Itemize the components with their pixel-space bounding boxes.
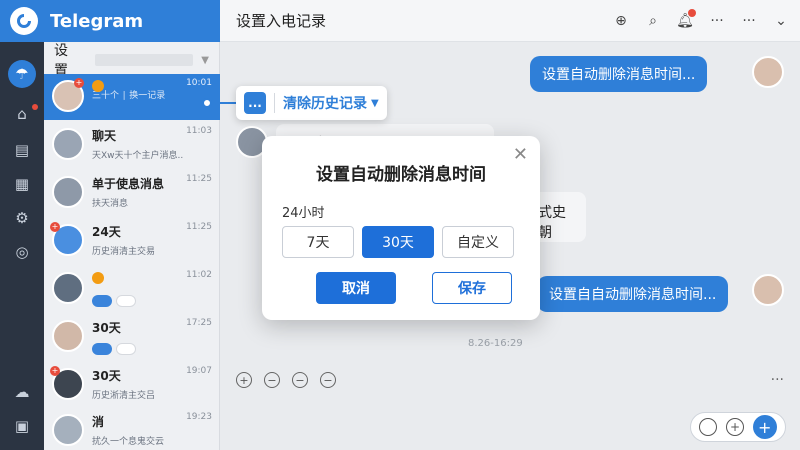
cancel-button[interactable]: 取消 xyxy=(316,272,396,304)
dialog-subtitle: 24小时 xyxy=(282,206,325,221)
avatar xyxy=(752,274,784,306)
add-button[interactable]: + xyxy=(752,415,777,439)
cloud-sync-icon[interactable]: ☁ xyxy=(8,378,36,406)
emoji-badge-icon xyxy=(92,80,104,92)
close-icon[interactable]: ✕ xyxy=(513,144,528,165)
avatar: + xyxy=(50,366,84,400)
nav-rail: ☂ ⌂ ▤ ▦ ⚙ ◎ ☁ ▣ xyxy=(0,42,44,450)
chat-snippet: 扶天消息 xyxy=(92,199,129,209)
chat-time: 11:25 xyxy=(186,174,212,184)
chat-list: 设置 ▼ + 三十个 ∣ 换一记录 10:01 聊天 天Xw天十个主户消息.. … xyxy=(44,42,220,450)
dialog-title: 设置自动删除消息时间 xyxy=(316,165,486,185)
archive-icon[interactable]: ▣ xyxy=(8,412,36,440)
chevron-down-icon[interactable]: ▼ xyxy=(201,55,209,66)
chat-snippet: 历史淅清主交吕 xyxy=(92,391,156,401)
composer-actions: + + xyxy=(690,412,786,442)
search-icon[interactable]: ⌕ xyxy=(644,13,662,29)
chat-snippet: 历史消清主交易 xyxy=(92,247,156,257)
notification-dot xyxy=(32,104,38,110)
chevron-down-icon[interactable]: ⌄ xyxy=(772,13,790,29)
chat-time: 19:23 xyxy=(186,412,212,422)
telegram-logo-icon xyxy=(10,7,38,35)
grid-icon[interactable]: ▦ xyxy=(8,170,36,198)
save-button[interactable]: 保存 xyxy=(432,272,512,304)
date-stamp: 8.26-16:29 xyxy=(468,338,523,349)
chat-time: 11:03 xyxy=(186,126,212,136)
app-brand: Telegram xyxy=(0,0,220,42)
chat-list-header: 设置 ▼ xyxy=(44,42,219,79)
avatar xyxy=(52,128,84,160)
reaction-bubbles xyxy=(92,340,140,359)
page-title: 设置入电记录 xyxy=(236,12,327,30)
avatar xyxy=(52,272,84,304)
chat-time: 17:25 xyxy=(186,318,212,328)
add-icon[interactable]: + xyxy=(236,372,252,388)
chat-snippet: 天Xw天十个主户消息.. xyxy=(92,151,184,161)
chat-item[interactable]: 单于使息消息 扶天消息 11:25 xyxy=(44,170,220,216)
minus-icon[interactable]: − xyxy=(264,372,280,388)
chat-item[interactable]: 11:02 xyxy=(44,266,220,312)
more-icon[interactable]: ··· xyxy=(771,372,784,388)
emoji-badge-icon xyxy=(92,272,104,284)
clear-history-label[interactable]: 清除历史记录 xyxy=(283,93,367,113)
target-icon[interactable]: ◎ xyxy=(8,238,36,266)
option-7-days[interactable]: 7天 xyxy=(282,226,354,258)
chat-item[interactable]: + 24天 历史消清主交易 11:25 xyxy=(44,218,220,264)
clear-history-dropdown[interactable]: ... 清除历史记录 ▼ xyxy=(236,86,387,120)
unread-badge: + xyxy=(50,222,60,232)
add-icon[interactable]: + xyxy=(725,418,744,436)
minus-icon[interactable]: − xyxy=(320,372,336,388)
reaction-bubbles xyxy=(92,292,140,311)
outgoing-message[interactable]: 设置自自动删除消息时间... xyxy=(537,276,729,312)
chat-time: 10:01 xyxy=(186,78,212,88)
connector-dot xyxy=(202,98,212,108)
app-name: Telegram xyxy=(50,10,144,32)
option-custom[interactable]: 自定义 xyxy=(442,226,514,258)
more-icon[interactable]: ... xyxy=(244,92,266,114)
auto-delete-dialog: 设置自动删除消息时间 ✕ 24小时 7天 30天 自定义 取消 保存 xyxy=(262,136,540,320)
unread-badge: + xyxy=(74,78,84,88)
chat-time: 19:07 xyxy=(186,366,212,376)
more-options-icon[interactable]: ··· xyxy=(740,13,758,29)
chat-item[interactable]: + 三十个 ∣ 换一记录 10:01 xyxy=(44,74,220,120)
location-avatar: + xyxy=(50,222,84,256)
umbrella-icon[interactable]: ☂ xyxy=(8,60,36,88)
connector-line xyxy=(212,102,236,104)
more-icon[interactable]: ··· xyxy=(708,13,726,29)
avatar xyxy=(752,56,784,88)
avatar xyxy=(52,320,84,352)
caret-down-icon[interactable]: ▼ xyxy=(371,98,379,109)
chat-item[interactable]: 30天 17:25 xyxy=(44,314,220,360)
outgoing-message[interactable]: 设置自动删除消息时间... xyxy=(530,56,708,92)
add-icon[interactable]: ⊕ xyxy=(612,13,630,29)
avatar xyxy=(52,176,84,208)
minus-icon[interactable]: − xyxy=(292,372,308,388)
chat-item[interactable]: 消 扰久一个息鬼交云 19:23 xyxy=(44,408,220,450)
inbox-icon[interactable]: ▤ xyxy=(8,136,36,164)
composer-toolbar: + − − − xyxy=(236,372,336,388)
chat-item[interactable]: 聊天 天Xw天十个主户消息.. 11:03 xyxy=(44,122,220,168)
chat-time: 11:25 xyxy=(186,222,212,232)
duration-options: 7天 30天 自定义 xyxy=(282,226,514,258)
avatar xyxy=(52,414,84,446)
circle-icon[interactable] xyxy=(699,418,718,436)
unread-badge: + xyxy=(50,366,60,376)
settings-icon[interactable]: ⚙ xyxy=(8,204,36,232)
divider xyxy=(274,93,275,113)
chat-snippet: 三十个 ∣ 换一记录 xyxy=(92,91,166,101)
chat-snippet: 扰久一个息鬼交云 xyxy=(92,437,165,447)
chat-item[interactable]: + 30天 历史淅清主交吕 19:07 xyxy=(44,362,220,408)
chat-time: 11:02 xyxy=(186,270,212,280)
avatar: + xyxy=(52,78,84,112)
option-30-days[interactable]: 30天 xyxy=(362,226,434,258)
search-bar[interactable] xyxy=(95,54,194,66)
bell-icon[interactable]: 🔔︎ xyxy=(676,9,696,29)
chat-header: 设置入电记录 ⊕ ⌕ 🔔︎ ··· ··· ⌄ xyxy=(220,0,800,42)
